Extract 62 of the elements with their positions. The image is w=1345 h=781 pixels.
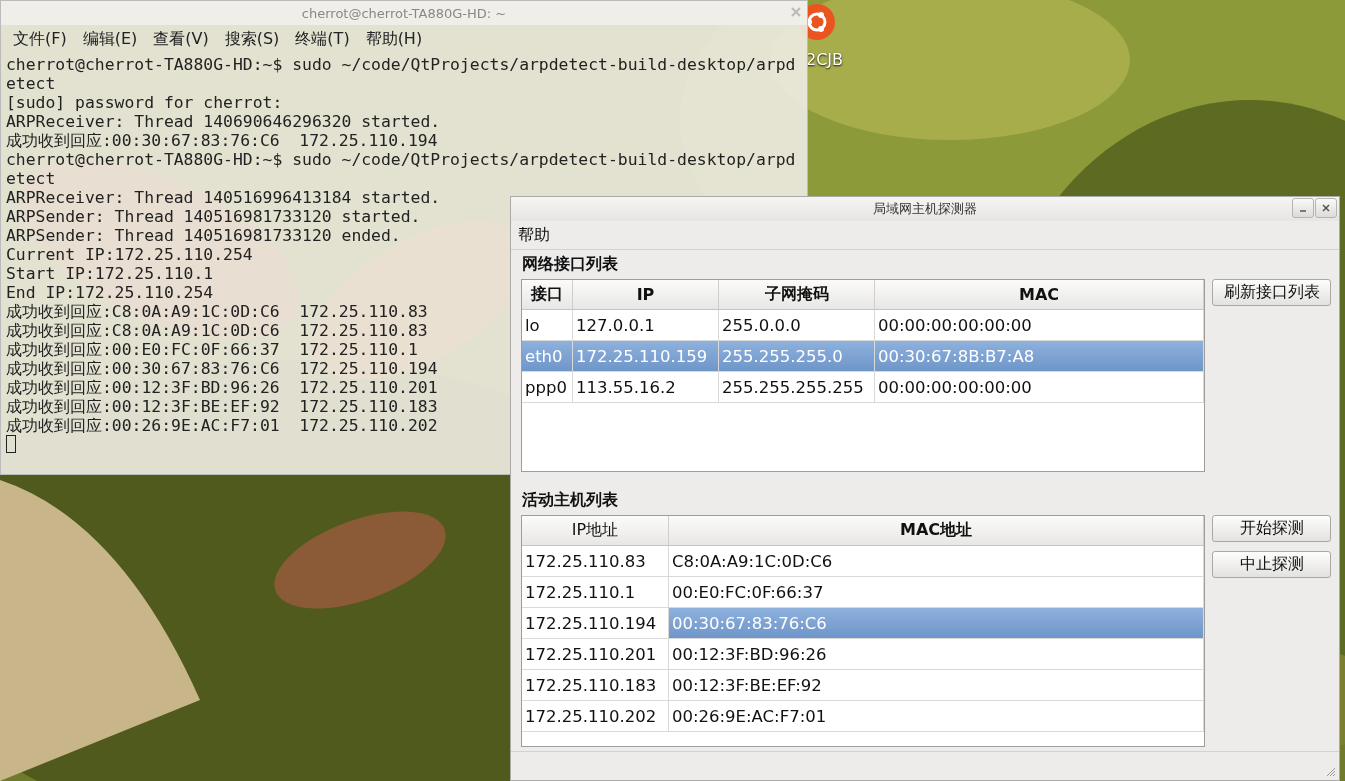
table-cell[interactable]: 172.25.110.83 (522, 546, 669, 576)
table-cell[interactable]: 255.0.0.0 (719, 310, 875, 340)
column-header[interactable]: MAC地址 (669, 516, 1204, 545)
table-cell[interactable]: C8:0A:A9:1C:0D:C6 (669, 546, 1204, 576)
column-header[interactable]: 接口 (522, 280, 573, 309)
terminal-line: 成功收到回应:00:26:9E:AC:F7:01 172.25.110.202 (6, 416, 438, 435)
terminal-line: 成功收到回应:C8:0A:A9:1C:0D:C6 172.25.110.83 (6, 302, 428, 321)
terminal-line: End IP:172.25.110.254 (6, 283, 214, 302)
terminal-line: 成功收到回应:00:12:3F:BE:EF:92 172.25.110.183 (6, 397, 438, 416)
column-header[interactable]: MAC (875, 280, 1204, 309)
terminal-line: etect (6, 169, 56, 188)
menu-item[interactable]: 搜索(S) (216, 29, 288, 50)
window-title: 局域网主机探测器 (873, 200, 977, 218)
terminal-line: Start IP:172.25.110.1 (6, 264, 214, 283)
terminal-line: cherrot@cherrot-TA880G-HD:~$ sudo ~/code/QtProjects/arpdetect-build-desktop/arpd (6, 55, 796, 74)
table-cell[interactable]: 00:26:9E:AC:F7:01 (669, 701, 1204, 731)
table-cell[interactable]: 127.0.0.1 (573, 310, 719, 340)
table-cell[interactable]: lo (522, 310, 573, 340)
terminal-line: 成功收到回应:00:E0:FC:0F:66:37 172.25.110.1 (6, 340, 418, 359)
table-cell[interactable]: 172.25.110.201 (522, 639, 669, 669)
close-icon[interactable] (1315, 198, 1337, 218)
table-cell[interactable]: 172.25.110.183 (522, 670, 669, 700)
menu-item[interactable]: 编辑(E) (74, 29, 146, 50)
terminal-line: 成功收到回应:00:30:67:83:76:C6 172.25.110.194 (6, 359, 438, 378)
menu-item[interactable]: 帮助(H) (357, 29, 431, 50)
menu-item[interactable]: 终端(T) (287, 29, 358, 50)
section-label: 活动主机列表 (521, 489, 619, 511)
table-cell[interactable]: 00:12:3F:BE:EF:92 (669, 670, 1204, 700)
refresh-button[interactable]: 刷新接口列表 (1212, 279, 1331, 306)
start-button[interactable]: 开始探测 (1212, 515, 1331, 542)
window-title: cherrot@cherrot-TA880G-HD: ~ (301, 5, 507, 21)
table-cell[interactable]: 00:00:00:00:00:00 (875, 310, 1204, 340)
table-cell[interactable]: 00:12:3F:BD:96:26 (669, 639, 1204, 669)
terminal-line: [sudo] password for cherrot: (6, 93, 283, 112)
table-cell[interactable]: ppp0 (522, 372, 573, 402)
terminal-line: Current IP:172.25.110.254 (6, 245, 253, 264)
terminal-line: 成功收到回应:00:30:67:83:76:C6 172.25.110.194 (6, 131, 438, 150)
column-header[interactable]: 子网掩码 (719, 280, 875, 309)
terminal-line: ARPSender: Thread 140516981733120 started. (6, 207, 421, 226)
terminal-line: ARPReceiver: Thread 140690646296320 started. (6, 112, 441, 131)
menu-item[interactable]: 帮助 (518, 224, 550, 246)
resize-grip-icon[interactable] (1326, 767, 1336, 777)
cursor-icon (6, 435, 16, 453)
stop-button[interactable]: 中止探测 (1212, 551, 1331, 578)
terminal-line: 成功收到回应:00:12:3F:BD:96:26 172.25.110.201 (6, 378, 438, 397)
table-cell[interactable]: 172.25.110.202 (522, 701, 669, 731)
column-header[interactable]: IP (573, 280, 719, 309)
terminal-line: cherrot@cherrot-TA880G-HD:~$ sudo ~/code/QtProjects/arpdetect-build-desktop/arpd (6, 150, 796, 169)
table-cell[interactable]: 113.55.16.2 (573, 372, 719, 402)
table-cell[interactable]: 00:00:00:00:00:00 (875, 372, 1204, 402)
column-header[interactable]: IP地址 (522, 516, 669, 545)
menu-item[interactable]: 文件(F) (5, 29, 75, 50)
terminal-line: 成功收到回应:C8:0A:A9:1C:0D:C6 172.25.110.83 (6, 321, 428, 340)
minimize-icon[interactable] (1292, 198, 1314, 218)
table-cell[interactable]: 172.25.110.1 (522, 577, 669, 607)
terminal-line: etect (6, 74, 56, 93)
table-cell[interactable]: 255.255.255.255 (719, 372, 875, 402)
terminal-line: ARPSender: Thread 140516981733120 ended. (6, 226, 401, 245)
menu-item[interactable]: 查看(V) (145, 29, 217, 50)
table-cell[interactable]: 00:E0:FC:0F:66:37 (669, 577, 1204, 607)
section-label: 网络接口列表 (521, 253, 619, 275)
terminal-line: ARPReceiver: Thread 140516996413184 started. (6, 188, 441, 207)
